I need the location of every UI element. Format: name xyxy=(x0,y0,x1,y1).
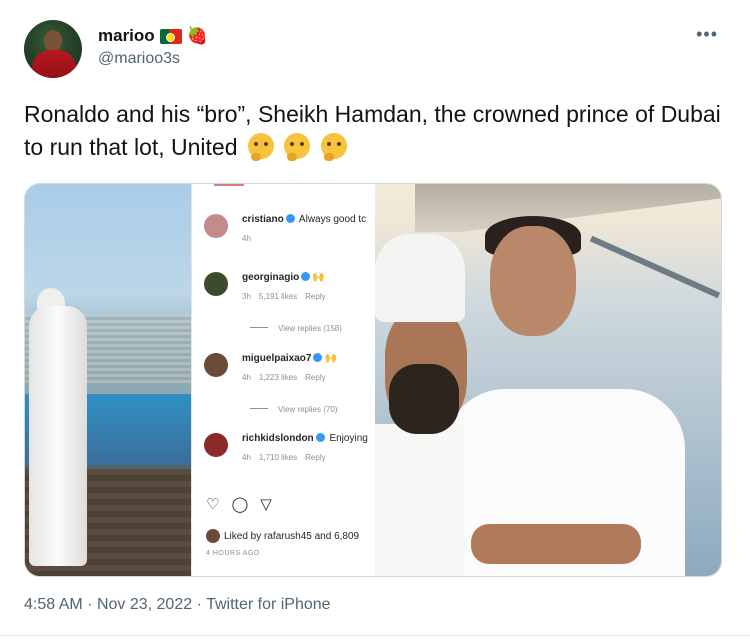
verified-icon xyxy=(315,433,325,442)
comment-row[interactable]: richkidslondon Enjoying 4h 1,710 likes Rep… xyxy=(204,433,368,462)
liked-by-row[interactable]: Liked by rafarush45 and 6,809 xyxy=(206,529,359,543)
comment-body: cristiano Always good tc 4h xyxy=(242,214,366,243)
comment-row[interactable]: georginagio 🙌 3h 5,191 likes Reply xyxy=(204,272,334,301)
comment-avatar[interactable] xyxy=(204,214,228,238)
comment-username[interactable]: richkidslondon xyxy=(242,433,314,444)
tweet-time[interactable]: 4:58 AM xyxy=(24,596,83,613)
tweet-source[interactable]: Twitter for iPhone xyxy=(206,596,331,613)
beard xyxy=(389,364,459,434)
comment-body: miguelpaixao7 🙌 4h 1,223 likes Reply xyxy=(242,353,337,382)
verified-icon xyxy=(301,272,311,281)
comment-row[interactable]: miguelpaixao7 🙌 4h 1,223 likes Reply xyxy=(204,353,337,382)
comment-likes[interactable]: 1,710 likes xyxy=(259,453,297,462)
comment-time: 4h xyxy=(242,453,251,462)
media-left-photo[interactable] xyxy=(25,184,191,576)
comment-text: Enjoying xyxy=(329,433,368,444)
comment-line: miguelpaixao7 🙌 xyxy=(242,353,337,364)
comment-body: richkidslondon Enjoying 4h 1,710 likes Rep… xyxy=(242,433,368,462)
comment-row[interactable]: cristiano Always good tc 4h xyxy=(204,214,366,243)
comment-likes[interactable]: 1,223 likes xyxy=(259,373,297,382)
white-headdress xyxy=(375,234,465,322)
comment-line: georginagio 🙌 xyxy=(242,272,334,283)
comment-line: cristiano Always good tc xyxy=(242,214,366,225)
glass-railing xyxy=(589,235,721,299)
comment-icon[interactable]: ◯ xyxy=(231,495,248,513)
comment-line: richkidslondon Enjoying xyxy=(242,433,368,444)
user-handle[interactable]: @marioo3s xyxy=(98,50,180,68)
comment-username[interactable]: cristiano xyxy=(242,214,284,225)
comment-time: 4h xyxy=(242,373,251,382)
more-options-icon[interactable]: ••• xyxy=(696,24,718,45)
tweet-text: Ronaldo and his “bro”, Sheikh Hamdan, th… xyxy=(24,98,724,168)
comment-body: georginagio 🙌 3h 5,191 likes Reply xyxy=(242,272,334,301)
separator: · xyxy=(87,596,93,613)
comment-avatar[interactable] xyxy=(204,272,228,296)
panel-top-accent xyxy=(214,184,244,186)
tweet-media[interactable]: cristiano Always good tc 4h georginagio 🙌… xyxy=(24,183,722,577)
view-replies-link[interactable]: View replies (158) xyxy=(250,324,342,333)
divider xyxy=(0,635,750,636)
view-replies-link[interactable]: View replies (70) xyxy=(250,405,337,414)
white-kandura xyxy=(375,424,465,576)
share-icon[interactable]: ▽ xyxy=(260,495,272,513)
comment-meta: 4h 1,710 likes Reply xyxy=(242,453,368,462)
man-face xyxy=(490,226,576,336)
thinking-face-icon xyxy=(284,133,311,161)
user-name-row: marioo 🍓 xyxy=(98,26,208,46)
post-actions: ♡ ◯ ▽ xyxy=(206,495,272,513)
comment-avatar[interactable] xyxy=(204,353,228,377)
thinking-face-icon xyxy=(247,133,274,161)
post-timestamp: 4 HOURS AGO xyxy=(206,550,260,557)
comment-time: 3h xyxy=(242,292,251,301)
comment-username[interactable]: miguelpaixao7 xyxy=(242,353,311,364)
media-right-photo[interactable] xyxy=(375,184,721,576)
portugal-flag-icon xyxy=(159,28,182,44)
comment-meta: 4h 1,223 likes Reply xyxy=(242,373,337,382)
reply-button[interactable]: Reply xyxy=(305,373,325,382)
separator: · xyxy=(196,596,202,613)
comment-likes[interactable]: 5,191 likes xyxy=(259,292,297,301)
reply-button[interactable]: Reply xyxy=(305,453,325,462)
thinking-emojis xyxy=(244,133,347,168)
user-avatar[interactable] xyxy=(24,20,82,78)
heart-icon[interactable]: ♡ xyxy=(206,495,219,513)
liker-avatar xyxy=(206,529,220,543)
tweet-body: Ronaldo and his “bro”, Sheikh Hamdan, th… xyxy=(24,101,721,160)
reply-button[interactable]: Reply xyxy=(305,292,325,301)
comment-text: Always good tc xyxy=(298,214,367,225)
comment-username[interactable]: georginagio xyxy=(242,272,299,283)
user-display-name[interactable]: marioo xyxy=(98,26,155,46)
comment-emoji-icon: 🙌 xyxy=(324,353,337,364)
avatar-head xyxy=(44,30,62,52)
tweet-date[interactable]: Nov 23, 2022 xyxy=(97,596,192,613)
liked-by-text[interactable]: Liked by rafarush45 and 6,809 xyxy=(224,531,359,542)
comment-meta: 4h xyxy=(242,234,366,243)
comment-time: 4h xyxy=(242,234,251,243)
instagram-comments-panel[interactable]: cristiano Always good tc 4h georginagio 🙌… xyxy=(191,184,376,576)
tweet-footer: 4:58 AM · Nov 23, 2022 · Twitter for iPh… xyxy=(24,596,331,614)
comment-emoji-icon: 🙌 xyxy=(312,272,325,283)
comment-meta: 3h 5,191 likes Reply xyxy=(242,292,334,301)
folded-arms xyxy=(471,524,641,564)
thinking-face-icon xyxy=(320,133,347,161)
verified-icon xyxy=(313,353,323,362)
strawberry-icon: 🍓 xyxy=(186,26,208,45)
avatar-shirt xyxy=(32,50,76,78)
verified-icon xyxy=(285,214,295,223)
comment-avatar[interactable] xyxy=(204,433,228,457)
standing-man-robe xyxy=(29,306,87,566)
